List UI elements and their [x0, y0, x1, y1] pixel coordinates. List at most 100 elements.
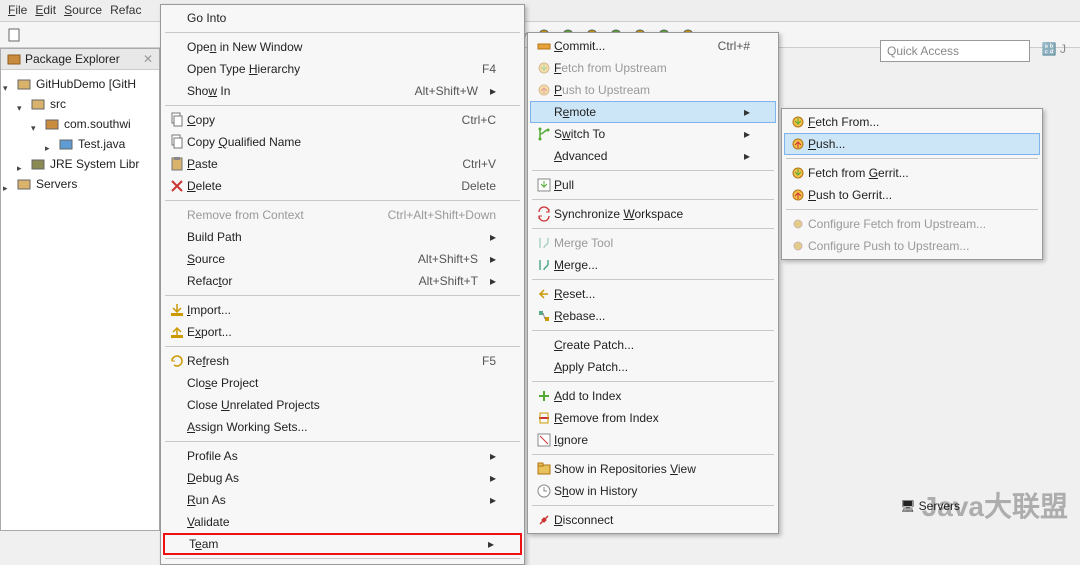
submenu-arrow-icon: ▸ [744, 149, 750, 163]
submenu-arrow-icon: ▸ [490, 471, 496, 485]
menu-item-import[interactable]: Import... [163, 299, 522, 321]
tree-item[interactable]: GitHubDemo [GitH [3, 74, 157, 94]
menu-item-label: Open in New Window [187, 40, 496, 54]
copy-icon [167, 134, 187, 150]
menu-item-go-into[interactable]: Go Into [163, 7, 522, 29]
menu-item-rebase[interactable]: Rebase... [530, 305, 776, 327]
explorer-title: Package Explorer [25, 52, 120, 66]
menu-item-show-in-history[interactable]: Show in History [530, 480, 776, 502]
caret-icon[interactable] [17, 100, 26, 109]
tree-item[interactable]: src [3, 94, 157, 114]
menu-source[interactable]: Source [64, 3, 102, 18]
tree: GitHubDemo [GitH src com.southwi Test.javaJ… [1, 70, 159, 198]
menu-edit[interactable]: Edit [35, 3, 56, 18]
menu-item-create-patch[interactable]: Create Patch... [530, 334, 776, 356]
push-icon [788, 187, 808, 203]
menu-item-remove-from-index[interactable]: Remove from Index [530, 407, 776, 429]
menu-item-refactor[interactable]: RefactorAlt+Shift+T▸ [163, 270, 522, 292]
menu-item-push[interactable]: Push... [784, 133, 1040, 155]
menu-item-disconnect[interactable]: Disconnect [530, 509, 776, 531]
close-icon[interactable]: ✕ [143, 52, 153, 66]
tree-item[interactable]: Servers [3, 174, 157, 194]
menu-item-assign-working-sets[interactable]: Assign Working Sets... [163, 416, 522, 438]
menu-item-validate[interactable]: Validate [163, 511, 522, 533]
menu-item-label: Fetch from Gerrit... [808, 166, 1014, 180]
menu-item-fetch-from[interactable]: Fetch From... [784, 111, 1040, 133]
menu-item-open-type-hierarchy[interactable]: Open Type HierarchyF4 [163, 58, 522, 80]
menu-item-run-as[interactable]: Run As▸ [163, 489, 522, 511]
menu-item-source[interactable]: SourceAlt+Shift+S▸ [163, 248, 522, 270]
menu-item-advanced[interactable]: Advanced ▸ [530, 145, 776, 167]
menu-item-paste[interactable]: PasteCtrl+V [163, 153, 522, 175]
menu-item-merge-tool: Merge Tool [530, 232, 776, 254]
menu-item-label: Commit... [554, 39, 688, 53]
menu-item-build-path[interactable]: Build Path▸ [163, 226, 522, 248]
menu-item-refresh[interactable]: RefreshF5 [163, 350, 522, 372]
caret-icon[interactable] [31, 120, 40, 129]
menu-item-close-unrelated-projects[interactable]: Close Unrelated Projects [163, 394, 522, 416]
caret-icon[interactable] [3, 180, 12, 189]
tree-label: src [50, 97, 66, 111]
menu-item-delete[interactable]: DeleteDelete [163, 175, 522, 197]
folder-icon [15, 175, 33, 193]
menu-item-export[interactable]: Export... [163, 321, 522, 343]
menu-item-label: Show in Repositories View [554, 462, 750, 476]
menu-item-fetch-from-gerrit[interactable]: Fetch from Gerrit... [784, 162, 1040, 184]
remove-icon [534, 410, 554, 426]
menu-item-remote[interactable]: Remote▸ [530, 101, 776, 123]
menu-item-label: Import... [187, 303, 496, 317]
new-icon[interactable] [6, 26, 24, 44]
menu-item-synchronize-workspace[interactable]: Synchronize Workspace [530, 203, 776, 225]
menu-item-apply-patch[interactable]: Apply Patch... [530, 356, 776, 378]
caret-icon[interactable] [17, 160, 26, 169]
context-menu: Go Into Open in New Window Open Type Hiera… [160, 4, 525, 565]
shortcut: Ctrl+Alt+Shift+Down [388, 208, 496, 222]
separator [165, 295, 520, 296]
menu-item-open-in-new-window[interactable]: Open in New Window [163, 36, 522, 58]
menu-item-add-to-index[interactable]: Add to Index [530, 385, 776, 407]
refresh-icon [167, 353, 187, 369]
caret-icon[interactable] [45, 140, 54, 149]
menu-item-merge[interactable]: Merge... [530, 254, 776, 276]
menu-item-label: Pull [554, 178, 750, 192]
paste-icon [167, 156, 187, 172]
tree-label: com.southwi [64, 117, 131, 131]
menu-item-show-in-repositories-view[interactable]: Show in Repositories View [530, 458, 776, 480]
menu-item-label: Create Patch... [554, 338, 750, 352]
java-perspective-icon[interactable]: 🔡 J [1042, 42, 1066, 56]
fetch-icon [788, 114, 808, 130]
submenu-arrow-icon: ▸ [490, 230, 496, 244]
menu-item-label: Configure Fetch from Upstream... [808, 217, 1014, 231]
package-explorer: Package Explorer ✕ GitHubDemo [GitH src co… [0, 48, 160, 531]
menu-item-copy[interactable]: CopyCtrl+C [163, 109, 522, 131]
menu-file[interactable]: File [8, 3, 27, 18]
menu-item-label: Validate [187, 515, 496, 529]
tree-item[interactable]: Test.java [3, 134, 157, 154]
menu-item-remove-from-context: Remove from ContextCtrl+Alt+Shift+Down [163, 204, 522, 226]
tree-item[interactable]: JRE System Libr [3, 154, 157, 174]
menu-item-switch-to[interactable]: Switch To▸ [530, 123, 776, 145]
menu-item-label: Advanced [554, 149, 732, 163]
menu-item-label: Push... [808, 137, 1014, 151]
menu-item-close-project[interactable]: Close Project [163, 372, 522, 394]
submenu-arrow-icon: ▸ [490, 274, 496, 288]
menu-item-push-to-gerrit[interactable]: Push to Gerrit... [784, 184, 1040, 206]
quick-access-input[interactable]: Quick Access [880, 40, 1030, 62]
tree-item[interactable]: com.southwi [3, 114, 157, 134]
menu-item-reset[interactable]: Reset... [530, 283, 776, 305]
menu-item-label: Rebase... [554, 309, 750, 323]
menu-item-debug-as[interactable]: Debug As▸ [163, 467, 522, 489]
menu-item-commit[interactable]: Commit...Ctrl+# [530, 35, 776, 57]
caret-icon[interactable] [3, 80, 12, 89]
menu-item-label: Push to Upstream [554, 83, 750, 97]
menu-item-show-in[interactable]: Show InAlt+Shift+W▸ [163, 80, 522, 102]
separator [165, 105, 520, 106]
menu-refactor[interactable]: Refac [110, 3, 141, 18]
menu-item-profile-as[interactable]: Profile As▸ [163, 445, 522, 467]
menu-item-copy-qualified-name[interactable]: Copy Qualified Name [163, 131, 522, 153]
reset-icon [534, 286, 554, 302]
menu-item-team[interactable]: Team▸ [163, 533, 522, 555]
menu-item-ignore[interactable]: Ignore [530, 429, 776, 451]
menu-item-pull[interactable]: Pull [530, 174, 776, 196]
menu-item-label: Run As [187, 493, 478, 507]
